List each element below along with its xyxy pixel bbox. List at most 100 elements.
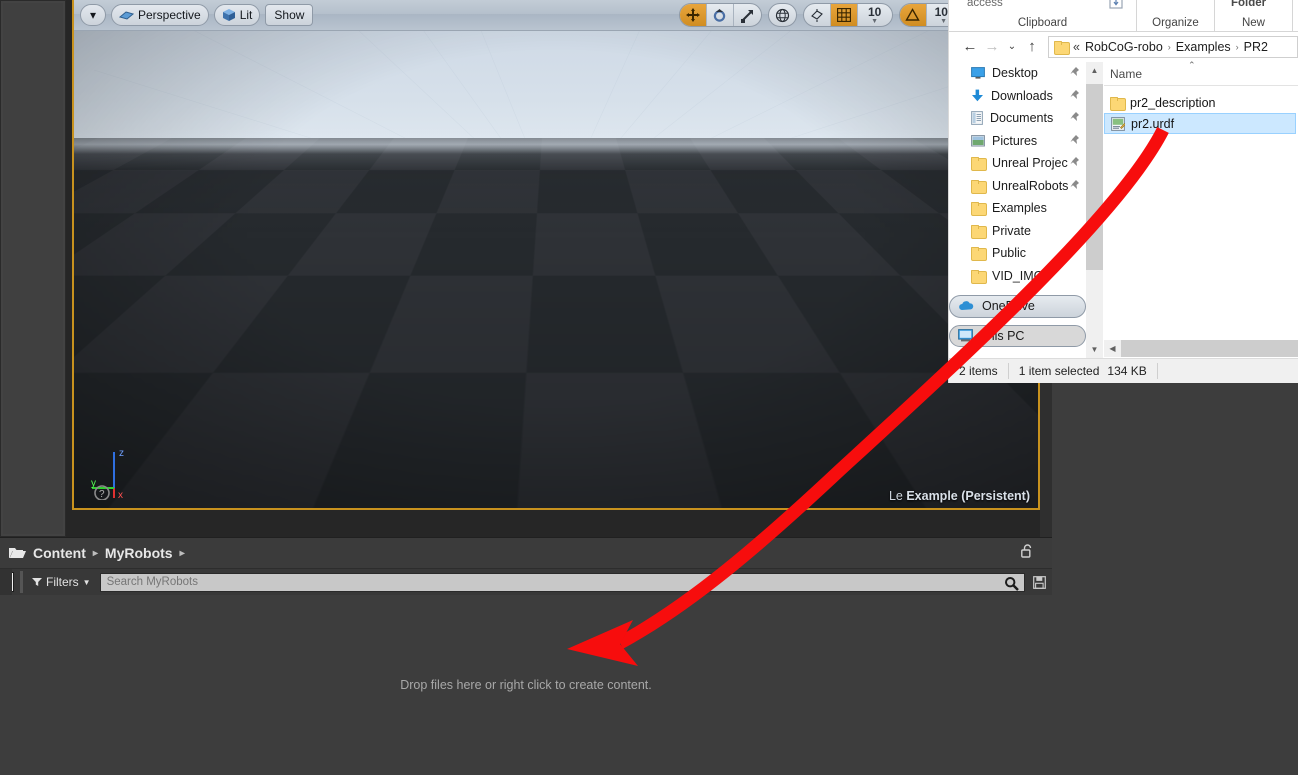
chevron-down-icon: ▼	[82, 577, 91, 587]
content-browser-filters-button[interactable]: Filters ▼	[29, 575, 94, 589]
nav-item-unreal-projects[interactable]: Unreal Projec	[949, 152, 1086, 175]
nav-item-unrealrobots[interactable]: UnrealRobots	[949, 175, 1086, 198]
nav-item-documents[interactable]: Documents	[949, 107, 1086, 130]
file-row-pr2-urdf[interactable]: pr2.urdf	[1104, 113, 1296, 134]
surface-snap-button[interactable]	[804, 4, 831, 26]
address-crumb-examples[interactable]: Examples	[1176, 40, 1231, 54]
content-browser-breadcrumb[interactable]: Content ▸ MyRobots ▸	[0, 538, 1052, 569]
folder-icon	[971, 157, 987, 172]
pin-icon[interactable]	[1070, 67, 1080, 79]
explorer-navigation-bar[interactable]: ← → ⌄ ↑ « RobCoG-robo › Examples › PR2	[949, 33, 1298, 60]
pin-icon[interactable]	[1070, 112, 1080, 124]
content-browser-toolbar[interactable]: Filters ▼ Search MyRobots	[0, 569, 1052, 595]
windows-explorer-window[interactable]: access Clipboard Organize Folder New ← →	[948, 0, 1298, 383]
filters-label: Filters	[46, 575, 79, 589]
nav-item-downloads[interactable]: Downloads	[949, 85, 1086, 108]
folder-icon	[971, 224, 987, 239]
ribbon-folder-label: Folder	[1231, 0, 1267, 9]
column-header-name[interactable]: Name	[1104, 67, 1142, 81]
rotate-mode-button[interactable]	[707, 4, 734, 26]
scale-mode-button[interactable]	[734, 4, 761, 26]
back-button[interactable]: ←	[959, 36, 981, 58]
explorer-status-bar: 2 items 1 item selected 134 KB	[949, 358, 1298, 383]
pin-icon[interactable]	[1070, 157, 1080, 169]
file-name-pr2-urdf: pr2.urdf	[1131, 116, 1175, 131]
up-button[interactable]: ↑	[1021, 36, 1043, 58]
nav-item-vid-img[interactable]: VID_IMG	[949, 265, 1086, 288]
explorer-navigation-pane[interactable]: Desktop Downloads Documents Pictures Unr…	[949, 62, 1086, 358]
hscroll-thumb[interactable]	[1121, 340, 1298, 357]
breadcrumb-content[interactable]: Content	[33, 545, 86, 561]
nav-label-examples: Examples	[992, 201, 1047, 216]
viewport-toolbar[interactable]: ▾ Perspective Lit Show 10 ▼ 10° ▼	[74, 0, 1038, 31]
scroll-down-arrow[interactable]: ▼	[1086, 341, 1103, 358]
view-mode-label: Lit	[239, 8, 253, 22]
camera-mode-button[interactable]: Perspective	[111, 4, 209, 26]
pin-icon[interactable]	[1070, 134, 1080, 147]
desktop-icon	[971, 67, 985, 79]
camera-perspective-icon	[119, 10, 134, 20]
world-coordinate-button[interactable]	[769, 4, 796, 26]
nav-item-examples[interactable]: Examples	[949, 197, 1086, 220]
viewport-axis-gizmo: z x y ?	[84, 444, 146, 501]
nav-label-desktop: Desktop	[992, 66, 1038, 81]
nav-label-downloads: Downloads	[991, 88, 1053, 103]
transform-mode-group[interactable]	[678, 3, 762, 27]
content-browser-asset-area[interactable]: Drop files here or right click to create…	[0, 595, 1052, 775]
nav-item-pictures[interactable]: Pictures	[949, 130, 1086, 153]
nav-item-onedrive[interactable]: OneDrive	[949, 295, 1086, 318]
view-mode-button[interactable]: Lit	[213, 4, 261, 26]
coordinate-system-group[interactable]	[767, 3, 797, 27]
save-disk-icon	[1032, 575, 1046, 589]
level-name: Example (Persistent)	[906, 489, 1030, 503]
nav-item-this-pc[interactable]: This PC	[949, 324, 1086, 347]
address-crumb-robcog[interactable]: RobCoG-robo	[1085, 40, 1163, 54]
grid-snap-value[interactable]: 10 ▼	[858, 4, 892, 26]
ribbon-group-new[interactable]: Folder New	[1215, 0, 1293, 32]
scrollbar-thumb[interactable]	[1086, 84, 1103, 270]
address-crumb-pr2[interactable]: PR2	[1244, 40, 1268, 54]
content-browser-panel[interactable]: Content ▸ MyRobots ▸ Filters ▼ Search My…	[0, 537, 1052, 775]
paste-shortcut-icon[interactable]	[1109, 0, 1123, 14]
scroll-up-arrow[interactable]: ▲	[1086, 62, 1103, 79]
grid-icon	[836, 8, 851, 22]
axis-gizmo-svg: z x y ?	[91, 448, 124, 501]
forward-button[interactable]: →	[981, 36, 1003, 58]
chevron-down-icon: ▼	[871, 17, 879, 25]
explorer-file-list[interactable]: Name ⌃ pr2_description pr2.urdf	[1104, 60, 1298, 336]
lit-cube-icon	[222, 9, 235, 21]
content-browser-lock-button[interactable]	[1021, 544, 1034, 562]
ribbon-group-organize[interactable]: Organize	[1137, 0, 1215, 32]
angle-snap-toggle[interactable]	[899, 4, 927, 26]
angle-snap-icon	[905, 8, 920, 21]
surface-snap-icon	[810, 9, 823, 22]
level-viewport[interactable]: ▾ Perspective Lit Show 10 ▼ 10° ▼ z x y …	[72, 0, 1040, 510]
pin-icon[interactable]	[1070, 89, 1080, 102]
pin-icon[interactable]	[1070, 179, 1080, 192]
magnifier-icon[interactable]	[1004, 576, 1019, 594]
grid-snap-group[interactable]: 10 ▼	[802, 3, 893, 27]
axis-y-label: y	[91, 478, 96, 489]
recent-locations-button[interactable]: ⌄	[1003, 36, 1021, 58]
show-menu-button[interactable]: Show	[265, 4, 314, 26]
file-row-pr2-description[interactable]: pr2_description	[1104, 92, 1298, 113]
nav-item-desktop[interactable]: Desktop	[949, 62, 1086, 85]
search-placeholder: Search MyRobots	[106, 576, 198, 588]
content-browser-save-button[interactable]	[1031, 573, 1047, 591]
nav-item-private[interactable]: Private	[949, 220, 1086, 243]
translate-mode-button[interactable]	[679, 4, 707, 26]
explorer-horizontal-scrollbar[interactable]: ◀	[1104, 340, 1298, 357]
grid-snap-toggle[interactable]	[830, 4, 858, 26]
viewport-options-button[interactable]: ▾	[80, 4, 106, 26]
explorer-nav-scrollbar[interactable]: ▲ ▼	[1086, 62, 1103, 358]
scroll-left-arrow[interactable]: ◀	[1104, 340, 1121, 357]
address-bar[interactable]: « RobCoG-robo › Examples › PR2	[1048, 35, 1298, 58]
viewport-right-gutter	[1040, 383, 1052, 537]
explorer-ribbon[interactable]: access Clipboard Organize Folder New	[949, 0, 1298, 32]
pictures-icon	[971, 134, 985, 147]
horizon-glow	[74, 130, 1038, 154]
breadcrumb-myrobots[interactable]: MyRobots	[105, 545, 173, 561]
content-browser-search-input[interactable]: Search MyRobots	[99, 572, 1025, 594]
file-list-header[interactable]: Name ⌃	[1104, 60, 1298, 86]
nav-item-public[interactable]: Public	[949, 242, 1086, 265]
